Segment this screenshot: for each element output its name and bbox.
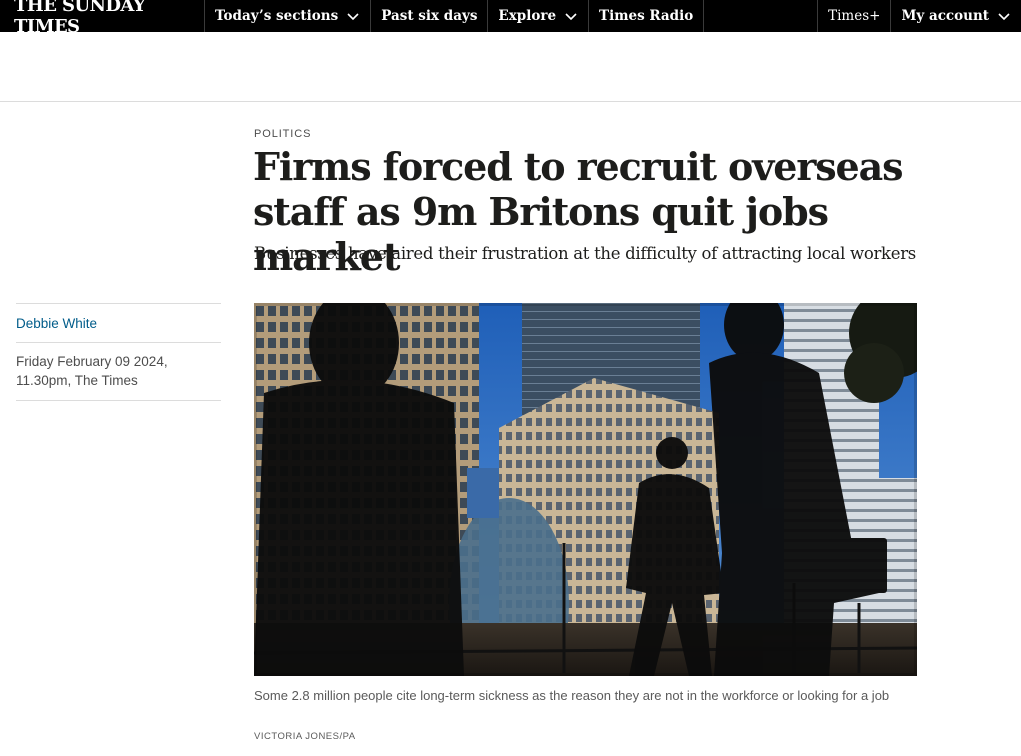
nav-times-radio[interactable]: Times Radio (589, 0, 705, 32)
nav-past-six-days-label: Past six days (381, 8, 478, 24)
nav-explore[interactable]: Explore (488, 0, 590, 32)
advert-space (0, 32, 1021, 102)
nav-times-plus[interactable]: Times+ (817, 0, 892, 32)
site-logo[interactable]: THE SUNDAY TIMES (0, 0, 205, 37)
nav-times-radio-label: Times Radio (599, 8, 694, 24)
chevron-down-icon (998, 13, 1010, 21)
divider (16, 400, 221, 401)
nav-todays-sections[interactable]: Today’s sections (205, 0, 372, 32)
article-hero-image[interactable] (254, 303, 917, 676)
publish-date-line-1: Friday February 09 2024, (16, 354, 168, 369)
nav-my-account-label: My account (901, 8, 989, 24)
chevron-down-icon (565, 13, 577, 21)
chevron-down-icon (347, 13, 359, 21)
author-link[interactable]: Debbie White (16, 304, 221, 342)
nav-todays-sections-label: Today’s sections (215, 8, 339, 24)
byline-column: Debbie White Friday February 09 2024, 11… (16, 303, 221, 401)
image-credit: VICTORIA JONES/PA (254, 731, 356, 742)
top-navigation-bar: THE SUNDAY TIMES Today’s sections Past s… (0, 0, 1021, 37)
publish-date-line-2: 11.30pm, The Times (16, 373, 138, 388)
nav-times-plus-label: Times+ (828, 8, 881, 24)
section-label[interactable]: POLITICS (254, 128, 311, 140)
nav-past-six-days[interactable]: Past six days (371, 0, 489, 32)
image-caption: Some 2.8 million people cite long-term s… (254, 688, 890, 703)
nav-explore-label: Explore (498, 8, 557, 24)
article-standfirst: Businesses have aired their frustration … (254, 244, 916, 263)
commuters-silhouette-photo (254, 303, 917, 676)
nav-my-account[interactable]: My account (891, 0, 1021, 32)
publish-date: Friday February 09 2024, 11.30pm, The Ti… (16, 343, 221, 400)
